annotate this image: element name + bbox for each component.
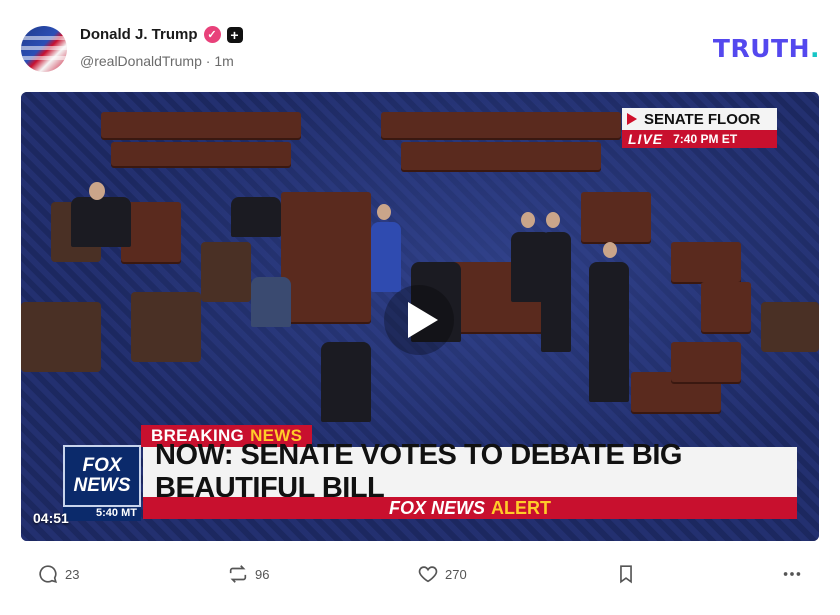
like-count: 270 [445, 566, 467, 582]
post-time[interactable]: 1m [214, 53, 233, 69]
bug-title: SENATE FLOOR [622, 108, 777, 130]
bug-live-row: LIVE 7:40 PM ET [622, 130, 777, 148]
avatar[interactable] [21, 26, 67, 72]
more-button[interactable] [781, 563, 803, 585]
play-button[interactable] [384, 285, 454, 355]
video-duration: 04:51 [33, 510, 69, 526]
alert-word: ALERT [491, 497, 551, 518]
retruth-icon [229, 565, 247, 583]
news-lower-third: BREAKING NEWS FOX NEWS 5:40 MT NOW: SENA… [63, 425, 798, 525]
reply-icon [39, 565, 57, 583]
video-player[interactable]: SENATE FLOOR LIVE 7:40 PM ET BREAKING NE… [21, 92, 819, 541]
headline: NOW: SENATE VOTES TO DEBATE BIG BEAUTIFU… [143, 439, 797, 504]
author-row: Donald J. Trump ✓ + [80, 26, 243, 43]
handle-row: @realDonaldTrump · 1m [80, 53, 234, 69]
plus-badge-icon: + [226, 26, 243, 43]
author-name[interactable]: Donald J. Trump [80, 26, 198, 43]
alert-strip: FOX NEWS ALERT [143, 497, 797, 519]
truth-logo[interactable]: TRUTH. [713, 34, 820, 63]
play-icon [408, 302, 438, 338]
retruth-button[interactable]: 96 [227, 563, 269, 585]
senate-floor-bug: SENATE FLOOR LIVE 7:40 PM ET [622, 108, 777, 150]
logo-dot: . [810, 34, 820, 63]
post-header: Donald J. Trump ✓ + @realDonaldTrump · 1… [0, 0, 840, 92]
bookmark-button[interactable] [615, 563, 637, 585]
more-icon [783, 572, 801, 576]
verified-check-icon: ✓ [203, 26, 221, 43]
heart-icon [418, 566, 438, 583]
reply-count: 23 [65, 566, 80, 582]
retruth-count: 96 [255, 566, 270, 582]
action-bar: 23 96 270 [0, 555, 840, 595]
bug-time: 7:40 PM ET [673, 132, 738, 146]
network-line1: FOX [82, 455, 122, 476]
separator: · [205, 53, 211, 69]
alert-brand: FOX NEWS [388, 497, 485, 518]
network-line2: NEWS [73, 475, 131, 496]
bug-live: LIVE [628, 131, 664, 147]
fox-news-logo: FOX NEWS [63, 445, 141, 507]
bookmark-icon [620, 565, 632, 584]
logo-text: TRUTH [712, 34, 810, 63]
network-time: 5:40 MT [63, 507, 141, 521]
author-handle[interactable]: @realDonaldTrump [80, 53, 202, 69]
like-button[interactable]: 270 [417, 563, 467, 585]
reply-button[interactable]: 23 [37, 563, 79, 585]
